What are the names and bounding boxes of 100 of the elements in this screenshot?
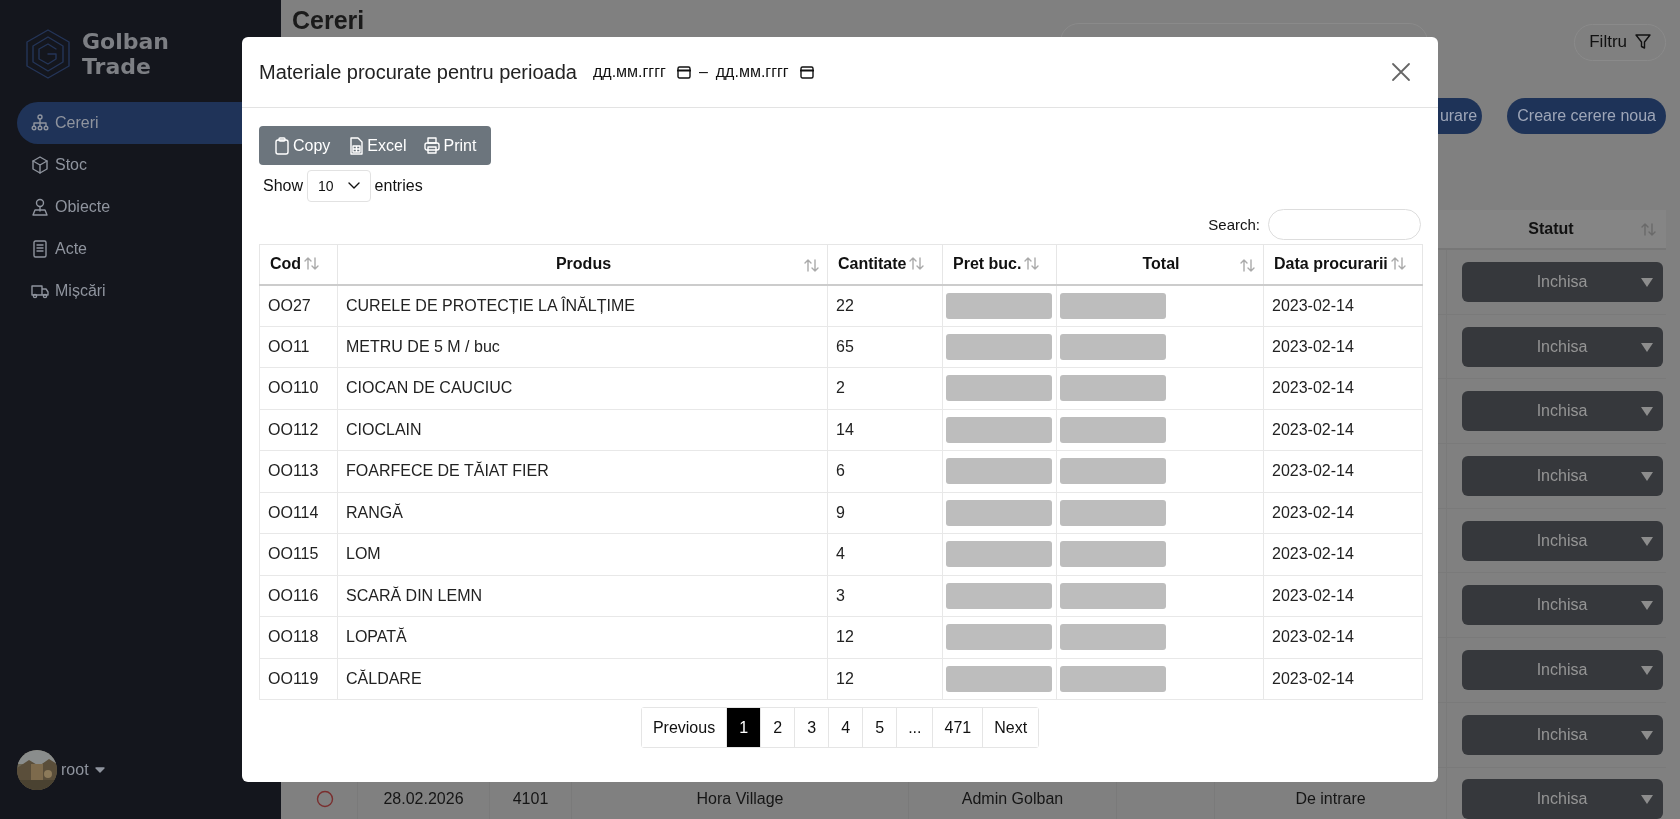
caret-icon <box>1640 471 1653 481</box>
logo-text: Golban Trade <box>82 29 169 79</box>
date-field[interactable]: дд.мм.гггг <box>592 63 691 81</box>
status-select[interactable]: Inchisa <box>1461 520 1663 561</box>
clipboard-icon <box>274 136 290 155</box>
status-select[interactable]: Inchisa <box>1461 585 1663 626</box>
table-cell: OO115 <box>259 533 338 575</box>
sort-icon <box>1390 256 1406 272</box>
table-cell: 22 <box>827 284 943 326</box>
table-cell: De intrare <box>1295 790 1366 809</box>
table-cell: 2023-02-14 <box>1263 492 1423 534</box>
sort-icon <box>804 258 819 273</box>
status-select[interactable]: Inchisa <box>1461 649 1663 690</box>
table-cell: 4 <box>827 533 943 575</box>
column-header[interactable]: Cantitate <box>827 244 943 285</box>
table-cell: OO114 <box>259 492 338 534</box>
filter-button[interactable]: Filtru <box>1574 23 1666 61</box>
search-field[interactable] <box>1268 209 1421 240</box>
user-menu[interactable]: root <box>61 761 105 779</box>
table-cell: CĂLDARE <box>337 658 828 700</box>
table-cell: OO118 <box>259 616 338 658</box>
status-select[interactable]: Inchisa <box>1461 391 1663 432</box>
column-header[interactable]: Pret buc. <box>942 244 1057 285</box>
column-header[interactable]: Total <box>1056 244 1264 285</box>
person-icon <box>31 198 49 216</box>
table-cell: 28.02.2026 <box>383 790 464 809</box>
status-select[interactable]: Inchisa <box>1461 261 1663 302</box>
table-cell: OO110 <box>259 367 338 409</box>
status-select[interactable]: Inchisa <box>1461 326 1663 367</box>
table-cell: OO11 <box>259 326 338 368</box>
caret-icon <box>1640 601 1653 611</box>
sitemap-icon <box>31 114 49 132</box>
column-header[interactable]: Cod <box>259 244 338 285</box>
table-cell: Admin Golban <box>961 790 1064 809</box>
sort-icon <box>1641 222 1656 237</box>
table-cell: CIOCLAIN <box>337 409 828 451</box>
table-cell: OO113 <box>259 450 338 492</box>
table-cell: OO27 <box>259 284 338 326</box>
caret-icon <box>1640 536 1653 546</box>
status-select[interactable]: Inchisa <box>1461 714 1663 755</box>
table-cell: 4101 <box>512 790 549 809</box>
table-cell: 12 <box>827 616 943 658</box>
table-cell: 2023-02-14 <box>1263 575 1423 617</box>
search-label: Search: <box>1208 216 1260 233</box>
circle-icon <box>316 790 334 809</box>
page-size-select[interactable]: 10 <box>307 170 371 202</box>
caret-icon <box>94 767 105 773</box>
status-select[interactable]: Inchisa <box>1461 779 1663 819</box>
document-icon <box>31 240 49 258</box>
table-cell: Hora Village <box>696 790 784 809</box>
table-cell: 2 <box>827 367 943 409</box>
table-header-cell[interactable]: Statut <box>1436 210 1666 250</box>
spreadsheet-icon <box>348 136 365 155</box>
table-cell: 6 <box>827 450 943 492</box>
range-dash: – <box>698 63 708 81</box>
table-cell: 2023-02-14 <box>1263 658 1423 700</box>
table-cell: FOARFECE DE TĂIAT FIER <box>337 450 828 492</box>
caret-icon <box>1640 407 1653 417</box>
page-button[interactable]: 1 <box>727 708 762 747</box>
table-cell: 2023-02-14 <box>1263 533 1423 575</box>
column-header[interactable]: Data procurarii <box>1263 244 1423 285</box>
table-cell: SCARĂ DIN LEMN <box>337 575 828 617</box>
table-cell: 2023-02-14 <box>1263 284 1423 326</box>
table-cell: 3 <box>827 575 943 617</box>
table-cell: 2023-02-14 <box>1263 450 1423 492</box>
table-cell: OO112 <box>259 409 338 451</box>
column-header[interactable]: Produs <box>337 244 828 285</box>
table-cell: 14 <box>827 409 943 451</box>
sort-icon <box>1240 258 1255 273</box>
table-cell: METRU DE 5 M / buc <box>337 326 828 368</box>
calendar-icon <box>676 65 691 79</box>
caret-icon <box>1640 342 1653 352</box>
table-cell: CIOCAN DE CAUCIUC <box>337 367 828 409</box>
caret-icon <box>1640 277 1653 287</box>
sort-icon <box>909 256 925 272</box>
table-cell: 9 <box>827 492 943 534</box>
length-label: Show <box>263 177 304 195</box>
modal-title: Materiale procurate pentru perioada <box>259 60 577 84</box>
truck-icon <box>31 282 49 300</box>
table-cell: 2023-02-14 <box>1263 367 1423 409</box>
action-button[interactable]: Creare cerere noua <box>1507 98 1666 134</box>
table-cell: 2023-02-14 <box>1263 616 1423 658</box>
cube-icon <box>31 156 49 174</box>
sort-icon <box>1024 256 1040 272</box>
caret-icon <box>1640 730 1653 740</box>
table-cell: 12 <box>827 658 943 700</box>
filter-icon <box>1635 34 1651 50</box>
table-cell: 65 <box>827 326 943 368</box>
status-select[interactable]: Inchisa <box>1461 455 1663 496</box>
page-title: Cereri <box>292 6 366 34</box>
chevron-down-icon <box>347 182 360 190</box>
table-cell: OO116 <box>259 575 338 617</box>
calendar-icon <box>799 65 814 79</box>
table-cell: LOPATĂ <box>337 616 828 658</box>
date-field[interactable]: дд.мм.гггг <box>715 63 814 81</box>
table-cell: 2023-02-14 <box>1263 409 1423 451</box>
table-cell: 2023-02-14 <box>1263 326 1423 368</box>
caret-icon <box>1640 665 1653 675</box>
table-cell: RANGĂ <box>337 492 828 534</box>
page-button[interactable]: Previous <box>641 708 728 747</box>
